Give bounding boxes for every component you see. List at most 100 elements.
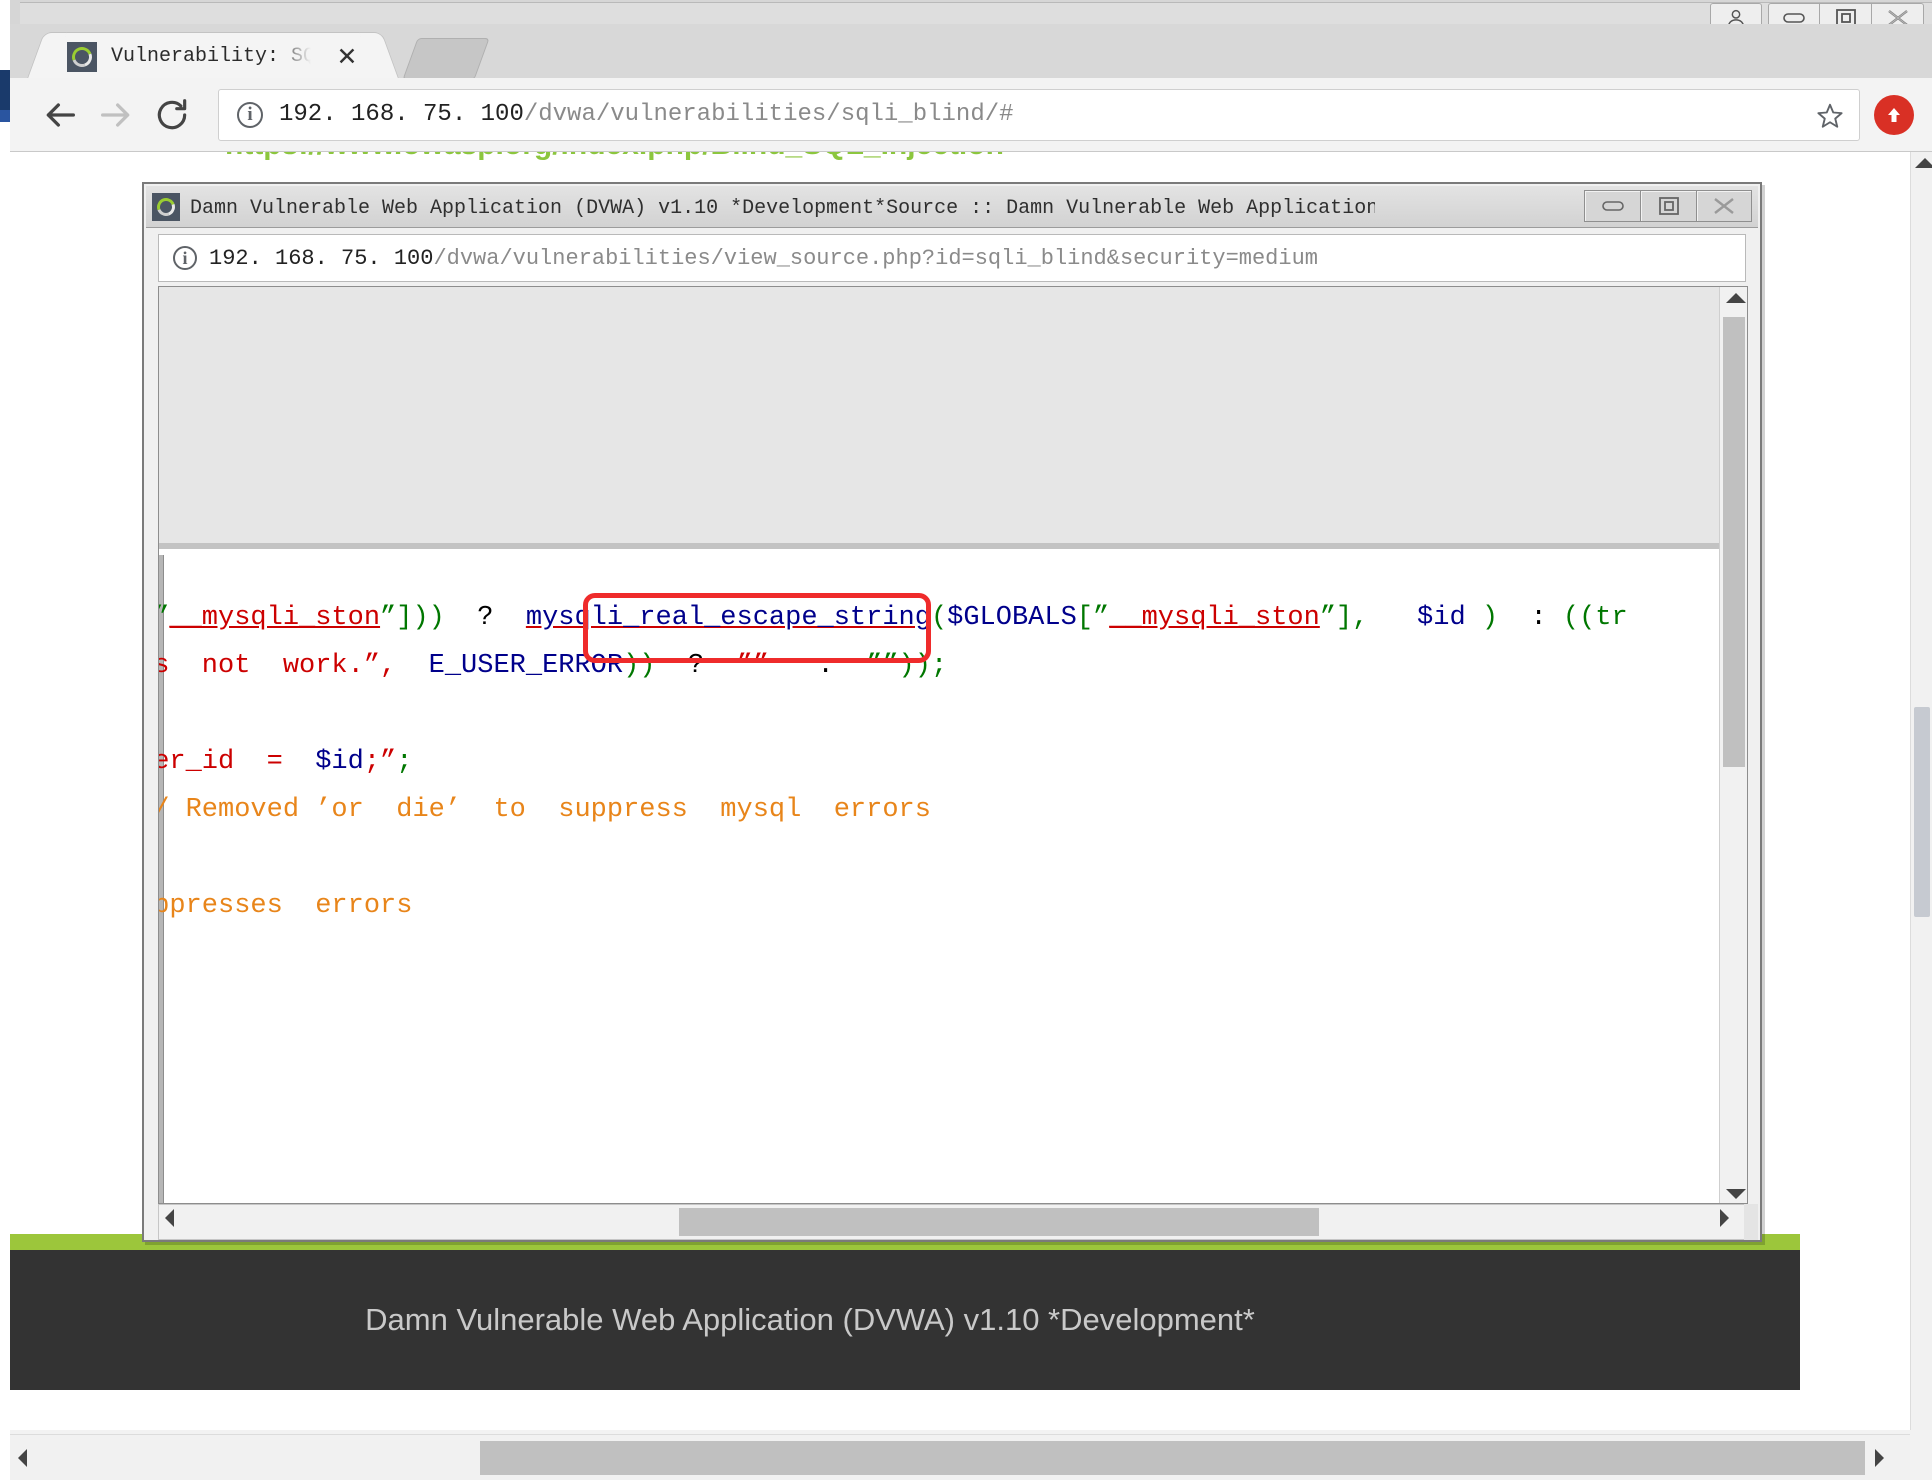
code-token: E_USER_ERROR — [428, 651, 624, 681]
code-token: ; — [396, 747, 413, 777]
code-token: ”])) — [380, 603, 445, 633]
code-token: $GLOBALS — [947, 603, 1077, 633]
tab-close-button[interactable]: ✕ — [335, 43, 359, 71]
tab-title: Vulnerability: SQL Inj — [111, 45, 311, 68]
popup-minimize-button[interactable] — [1584, 190, 1640, 222]
browser-toolbar: i 192. 168. 75. 100/dvwa/vulnerabilities… — [10, 78, 1932, 152]
page-scroll-up-arrow-icon[interactable] — [1915, 158, 1932, 168]
reload-button[interactable] — [144, 87, 200, 143]
tab-sql-injection[interactable]: Vulnerability: SQL Inj ✕ — [48, 32, 378, 80]
outer-page-vertical-scrollbar[interactable] — [1910, 152, 1932, 1430]
code-token: // Removed ’or die’ to suppress mysql er… — [159, 795, 931, 825]
popup-hscroll-thumb[interactable] — [679, 1208, 1319, 1236]
code-token: )) — [623, 651, 656, 681]
code-line-3: ser_id = $id;”; — [159, 747, 412, 777]
upload-arrow-icon — [1888, 107, 1900, 122]
outer-page-horizontal-scrollbar[interactable] — [10, 1434, 1910, 1480]
scroll-left-arrow-icon[interactable] — [165, 1209, 174, 1227]
popup-favicon — [152, 192, 180, 221]
close-icon — [1714, 198, 1734, 214]
popup-url-host: 192. 168. 75. 100 — [209, 245, 434, 271]
url-path: /dvwa/vulnerabilities/sqli_blind/# — [523, 101, 1014, 128]
popup-address-bar-url: 192. 168. 75. 100/dvwa/vulnerabilities/v… — [209, 246, 1318, 271]
forward-button[interactable] — [88, 87, 144, 143]
code-token: uppresses errors — [159, 891, 413, 921]
extension-button[interactable] — [1874, 94, 1914, 135]
popup-titlebar[interactable]: Damn Vulnerable Web Application (DVWA) v… — [146, 186, 1758, 228]
popup-close-button[interactable] — [1696, 190, 1752, 222]
code-line-5: uppresses errors — [159, 891, 412, 921]
source-code-area: [”__mysqli_ston”])) ? mysqli_real_escape… — [159, 555, 1727, 1203]
code-token: ””)); — [866, 651, 948, 681]
owasp-link-heading[interactable]: https://www.owasp.org/index.php/Blind_SQ… — [225, 152, 1495, 160]
back-arrow-icon — [46, 102, 76, 127]
desktop-left-strip — [0, 0, 10, 1480]
popup-title: Damn Vulnerable Web Application (DVWA) v… — [190, 196, 1375, 220]
code-token: es not work.”, — [159, 651, 397, 681]
popup-address-bar[interactable]: i 192. 168. 75. 100/dvwa/vulnerabilities… — [158, 234, 1746, 282]
maximize-icon — [1658, 197, 1679, 215]
scroll-down-arrow-icon[interactable] — [1726, 1189, 1746, 1199]
code-token: ”], — [1319, 603, 1369, 633]
code-token: : — [1514, 603, 1563, 633]
star-icon — [1817, 103, 1843, 128]
code-token: ( — [930, 603, 948, 633]
code-token: mysqli_real_escape_string — [525, 603, 931, 633]
desktop-left-accent — [0, 70, 10, 110]
popup-scroll-corner — [1744, 1204, 1758, 1240]
page-heading-clip: https://www.owasp.org/index.php/Blind_SQ… — [225, 152, 1495, 160]
code-token: ((tr — [1562, 603, 1628, 633]
code-token: $id — [1417, 603, 1466, 633]
code-token: ser_id = — [159, 747, 283, 777]
code-line-1: [”__mysqli_ston”])) ? mysqli_real_escape… — [159, 603, 1628, 633]
code-token: __mysqli_ston — [169, 603, 381, 633]
browser-window: Vulnerability: SQL Inj ✕ i 192. 168. 75.… — [0, 0, 1932, 1480]
code-token: ) — [1465, 603, 1515, 633]
footer-text: Damn Vulnerable Web Application (DVWA) v… — [365, 1302, 1255, 1337]
address-bar-url: 192. 168. 75. 100/dvwa/vulnerabilities/s… — [279, 101, 1014, 128]
site-info-icon[interactable]: i — [237, 101, 263, 128]
outer-hscroll-thumb[interactable] — [480, 1441, 1865, 1475]
popup-window-controls — [1584, 190, 1752, 222]
back-button[interactable] — [32, 87, 88, 143]
url-host: 192. 168. 75. 100 — [279, 101, 524, 128]
dvwa-favicon — [67, 41, 97, 72]
address-bar[interactable]: i 192. 168. 75. 100/dvwa/vulnerabilities… — [218, 88, 1860, 141]
popup-horizontal-scrollbar[interactable] — [158, 1204, 1748, 1240]
code-token: : — [768, 651, 867, 681]
minimize-icon — [1783, 13, 1805, 23]
minimize-icon — [1601, 201, 1624, 211]
code-token: [” — [1076, 603, 1110, 633]
page-scroll-right-arrow-icon[interactable] — [1875, 1448, 1884, 1467]
popup-url-path: /dvwa/vulnerabilities/view_source.php?id… — [433, 245, 1318, 271]
scroll-up-arrow-icon[interactable] — [1726, 293, 1746, 303]
popup-vscroll-thumb[interactable] — [1723, 317, 1745, 767]
popup-content-area: [”__mysqli_ston”])) ? mysqli_real_escape… — [158, 286, 1748, 1204]
bookmark-star-button[interactable] — [1815, 101, 1845, 131]
code-line-2: es not work.”, E_USER_ERROR)) ? ”” : ””)… — [159, 651, 947, 681]
code-token: ; — [363, 747, 381, 777]
view-source-popup-window: Damn Vulnerable Web Application (DVWA) v… — [142, 182, 1762, 1242]
outer-vscroll-thumb[interactable] — [1914, 707, 1930, 917]
code-token: ” — [380, 747, 397, 777]
code-token: ? — [655, 651, 737, 681]
popup-maximize-button[interactable] — [1640, 190, 1696, 222]
code-token: __mysqli_ston — [1109, 603, 1320, 633]
popup-site-info-icon[interactable]: i — [173, 246, 197, 270]
source-header-block — [159, 287, 1727, 549]
code-token: ? — [444, 603, 526, 633]
reload-icon — [157, 98, 187, 129]
popup-vertical-scrollbar[interactable] — [1719, 287, 1747, 1203]
scroll-right-arrow-icon[interactable] — [1720, 1209, 1729, 1227]
code-token: ”” — [736, 651, 769, 681]
code-token: $id — [315, 747, 364, 777]
code-line-4: // Removed ’or die’ to suppress mysql er… — [159, 795, 931, 825]
tab-strip: Vulnerability: SQL Inj ✕ — [10, 24, 1932, 80]
dvwa-footer: Damn Vulnerable Web Application (DVWA) v… — [10, 1250, 1800, 1390]
new-tab-button[interactable] — [402, 38, 490, 80]
desktop-left-accent-2 — [0, 110, 10, 122]
forward-arrow-icon — [101, 102, 130, 127]
page-scroll-left-arrow-icon[interactable] — [18, 1448, 27, 1467]
